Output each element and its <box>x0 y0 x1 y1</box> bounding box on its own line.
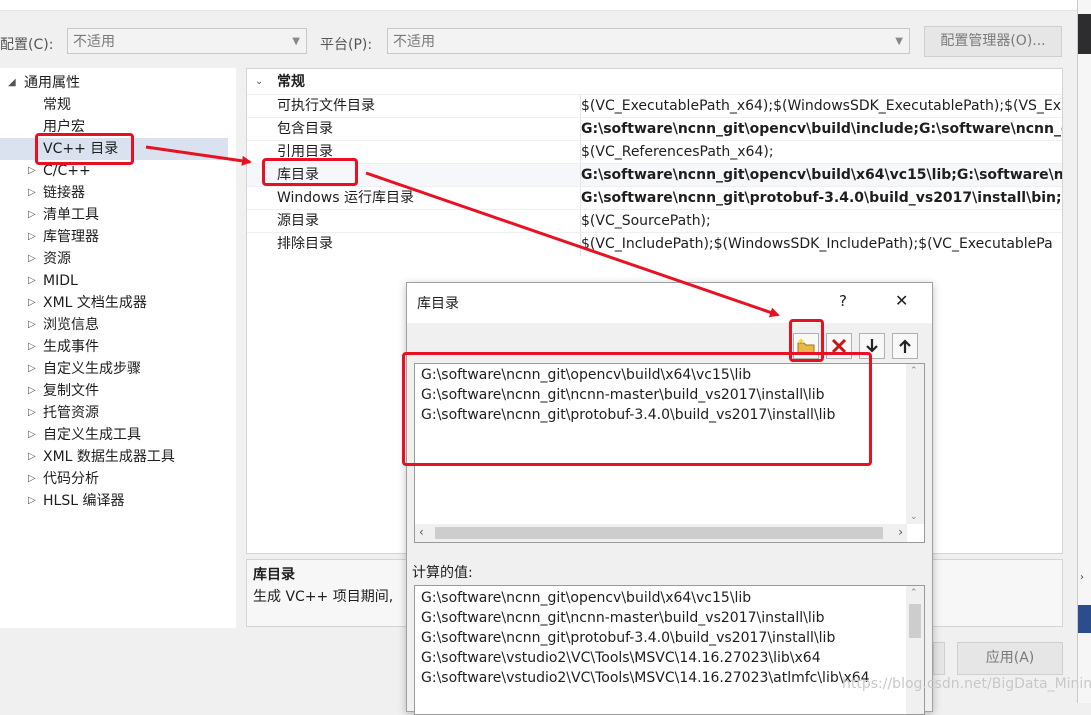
arrow-to-new-folder <box>365 171 780 318</box>
annotation-arrows <box>145 145 780 318</box>
arrow-to-lib-dirs <box>145 145 252 166</box>
